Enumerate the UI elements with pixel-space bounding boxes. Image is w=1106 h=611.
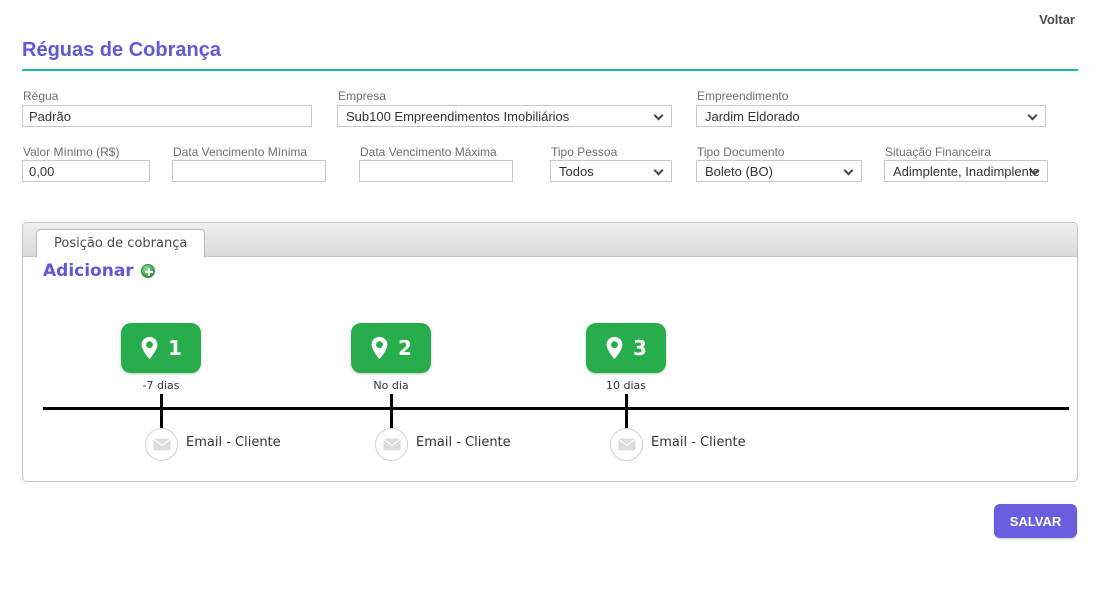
map-pin-icon: [605, 336, 624, 360]
regua-label: Régua: [23, 89, 58, 103]
empreendimento-selected-value: Jardim Eldorado: [705, 109, 800, 124]
data-vencimento-minima-label: Data Vencimento Mínima: [173, 145, 307, 159]
back-link[interactable]: Voltar: [1039, 12, 1075, 27]
situacao-financeira-selected-value: Adimplente, Inadimplente: [893, 164, 1040, 179]
timeline-action-label: Email - Cliente: [186, 435, 281, 450]
situacao-financeira-select[interactable]: Adimplente, Inadimplente: [884, 160, 1048, 182]
envelope-icon: [610, 428, 643, 461]
tipo-documento-select[interactable]: Boleto (BO): [696, 160, 862, 182]
marker-when-label: 10 dias: [586, 379, 666, 392]
valor-minimo-label: Valor Mínimo (R$): [23, 145, 119, 159]
data-vencimento-minima-input[interactable]: [172, 160, 326, 182]
map-pin-icon: [140, 336, 159, 360]
regua-input[interactable]: [22, 105, 312, 127]
envelope-icon: [145, 428, 178, 461]
tipo-pessoa-select[interactable]: Todos: [550, 160, 672, 182]
marker-when-label: No dia: [351, 379, 431, 392]
map-pin-icon: [370, 336, 389, 360]
timeline-tick: [625, 394, 628, 428]
timeline-line: [43, 407, 1069, 410]
timeline-action-label: Email - Cliente: [416, 435, 511, 450]
timeline-tick: [160, 394, 163, 428]
marker-number: 3: [633, 336, 647, 360]
situacao-financeira-label: Situação Financeira: [885, 145, 991, 159]
adicionar-label: Adicionar: [43, 261, 134, 281]
data-vencimento-maxima-label: Data Vencimento Máxima: [360, 145, 497, 159]
chevron-down-icon: [654, 111, 664, 121]
timeline-tick: [390, 394, 393, 428]
empresa-selected-value: Sub100 Empreendimentos Imobiliários: [346, 109, 569, 124]
timeline-marker[interactable]: 2: [351, 323, 431, 373]
empreendimento-label: Empreendimento: [697, 89, 788, 103]
chevron-down-icon: [654, 166, 664, 176]
page-title: Réguas de Cobrança: [22, 39, 221, 62]
tab-strip: Posição de cobrança: [23, 223, 1077, 257]
marker-number: 2: [398, 336, 412, 360]
tipo-pessoa-label: Tipo Pessoa: [551, 145, 617, 159]
posicao-cobranca-panel: Posição de cobrança Adicionar 1 -7 dias …: [22, 222, 1078, 482]
timeline-marker[interactable]: 1: [121, 323, 201, 373]
timeline-marker[interactable]: 3: [586, 323, 666, 373]
chevron-down-icon: [1028, 111, 1038, 121]
marker-when-label: -7 dias: [121, 379, 201, 392]
valor-minimo-input[interactable]: [22, 160, 150, 182]
save-button[interactable]: SALVAR: [994, 504, 1077, 538]
envelope-icon: [375, 428, 408, 461]
tipo-documento-label: Tipo Documento: [697, 145, 785, 159]
reguas-de-cobranca-page: Voltar Réguas de Cobrança Régua Empresa …: [0, 0, 1106, 611]
empresa-label: Empresa: [338, 89, 386, 103]
tab-posicao-de-cobranca[interactable]: Posição de cobrança: [36, 229, 205, 258]
adicionar-button[interactable]: Adicionar: [43, 261, 155, 281]
marker-number: 1: [168, 336, 182, 360]
empresa-select[interactable]: Sub100 Empreendimentos Imobiliários: [337, 105, 672, 127]
data-vencimento-maxima-input[interactable]: [359, 160, 513, 182]
plus-circle-icon: [141, 264, 155, 278]
timeline-action-label: Email - Cliente: [651, 435, 746, 450]
empreendimento-select[interactable]: Jardim Eldorado: [696, 105, 1046, 127]
tipo-documento-selected-value: Boleto (BO): [705, 164, 773, 179]
tipo-pessoa-selected-value: Todos: [559, 164, 594, 179]
chevron-down-icon: [844, 166, 854, 176]
title-divider: [22, 69, 1078, 71]
